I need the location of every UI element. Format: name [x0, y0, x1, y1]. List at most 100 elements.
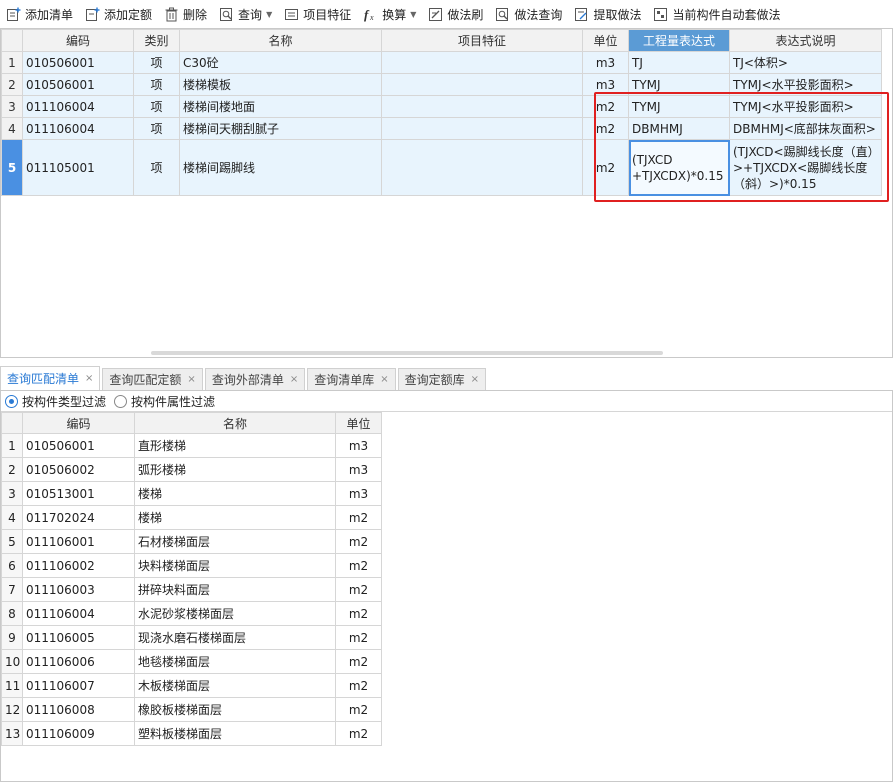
table-row[interactable]: 10 011106006 地毯楼梯面层 m2 — [1, 649, 382, 674]
column-header-name[interactable]: 名称 — [134, 412, 336, 434]
cell-name[interactable]: 直形楼梯 — [134, 433, 336, 458]
cell-description[interactable]: DBMHMJ<底部抹灰面积> — [729, 117, 882, 140]
tab-1[interactable]: 查询匹配定额 × — [102, 368, 203, 390]
cell-name[interactable]: 现浇水磨石楼梯面层 — [134, 625, 336, 650]
cell-name[interactable]: 水泥砂浆楼梯面层 — [134, 601, 336, 626]
table-row[interactable]: 3 010513001 楼梯 m3 — [1, 481, 382, 506]
cell-name[interactable]: 地毯楼梯面层 — [134, 649, 336, 674]
row-number[interactable]: 4 — [1, 505, 23, 530]
cell-name[interactable]: 楼梯间楼地面 — [179, 95, 382, 118]
column-header-unit[interactable]: 单位 — [582, 29, 629, 52]
cell-unit[interactable]: m2 — [335, 673, 382, 698]
cell-unit[interactable]: m2 — [582, 139, 629, 196]
cell-name[interactable]: 楼梯模板 — [179, 73, 382, 96]
table-row[interactable]: 11 011106007 木板楼梯面层 m2 — [1, 673, 382, 698]
cell-code[interactable]: 011702024 — [22, 505, 135, 530]
row-number[interactable]: 3 — [1, 95, 23, 118]
horizontal-scrollbar[interactable] — [151, 351, 663, 355]
table-row[interactable]: 4 011702024 楼梯 m2 — [1, 505, 382, 530]
table-row[interactable]: 13 011106009 塑料板楼梯面层 m2 — [1, 721, 382, 746]
row-number[interactable]: 1 — [1, 51, 23, 74]
cell-unit[interactable]: m3 — [582, 51, 629, 74]
row-number[interactable]: 10 — [1, 649, 23, 674]
row-number[interactable]: 6 — [1, 553, 23, 578]
method-query-button[interactable]: 做法查询 — [489, 0, 568, 28]
cell-description[interactable]: TYMJ<水平投影面积> — [729, 73, 882, 96]
filter-by-type-radio[interactable]: 按构件类型过滤 — [5, 393, 106, 410]
column-header-type[interactable]: 类别 — [133, 29, 180, 52]
convert-button[interactable]: fx 换算 ▼ — [357, 0, 422, 28]
cell-code[interactable]: 010506001 — [22, 433, 135, 458]
tab-0[interactable]: 查询匹配清单 × — [0, 366, 101, 390]
cell-code[interactable]: 011106003 — [22, 577, 135, 602]
table-row[interactable]: 4 011106004 项楼梯间天棚刮腻子 m2 DBMHMJ DBMHMJ<底部抹灰面积… — [1, 117, 882, 140]
close-icon[interactable]: × — [471, 374, 479, 385]
cell-description[interactable]: TJ<体积> — [729, 51, 882, 74]
cell-type[interactable]: 项 — [133, 139, 180, 196]
cell-code[interactable]: 011106001 — [22, 529, 135, 554]
column-header-unit[interactable]: 单位 — [335, 412, 382, 434]
cell-unit[interactable]: m2 — [335, 697, 382, 722]
query-button[interactable]: 查询 ▼ — [213, 0, 278, 28]
table-row[interactable]: 1 010506001 项 C30砼 m3 TJ TJ<体积> — [1, 51, 882, 74]
close-icon[interactable]: × — [85, 373, 93, 384]
cell-name[interactable]: C30砼 — [179, 51, 382, 74]
delete-button[interactable]: 删除 — [158, 0, 213, 28]
cell-code[interactable]: 011105001 — [22, 139, 134, 196]
corner-cell[interactable] — [1, 29, 23, 52]
table-row[interactable]: 5 011105001 项楼梯间踢脚线 m2 (TJXCD +TJXCDX)*0.15(… — [1, 139, 882, 196]
row-number[interactable]: 11 — [1, 673, 23, 698]
cell-unit[interactable]: m2 — [335, 721, 382, 746]
cell-name[interactable]: 块料楼梯面层 — [134, 553, 336, 578]
table-row[interactable]: 12 011106008 橡胶板楼梯面层 m2 — [1, 697, 382, 722]
cell-expression[interactable]: TYMJ — [628, 95, 730, 118]
cell-unit[interactable]: m2 — [582, 117, 629, 140]
cell-code[interactable]: 010513001 — [22, 481, 135, 506]
chevron-down-icon[interactable]: ▼ — [410, 10, 416, 19]
row-number[interactable]: 2 — [1, 457, 23, 482]
cell-unit[interactable]: m3 — [335, 457, 382, 482]
cell-code[interactable]: 011106004 — [22, 95, 134, 118]
table-row[interactable]: 2 010506002 弧形楼梯 m3 — [1, 457, 382, 482]
cell-name[interactable]: 楼梯间天棚刮腻子 — [179, 117, 382, 140]
row-number[interactable]: 5 — [1, 529, 23, 554]
cell-expression[interactable]: TYMJ — [628, 73, 730, 96]
cell-code[interactable]: 011106005 — [22, 625, 135, 650]
row-number[interactable]: 2 — [1, 73, 23, 96]
cell-expression[interactable]: DBMHMJ — [628, 117, 730, 140]
cell-code[interactable]: 011106004 — [22, 601, 135, 626]
row-number[interactable]: 9 — [1, 625, 23, 650]
close-icon[interactable]: × — [380, 374, 388, 385]
table-row[interactable]: 3 011106004 项楼梯间楼地面 m2 TYMJ TYMJ<水平投影面积> — [1, 95, 882, 118]
cell-name[interactable]: 弧形楼梯 — [134, 457, 336, 482]
tab-2[interactable]: 查询外部清单 × — [204, 368, 306, 390]
cell-code[interactable]: 011106009 — [22, 721, 135, 746]
filter-by-attr-radio[interactable]: 按构件属性过滤 — [114, 393, 215, 410]
cell-code[interactable]: 011106004 — [22, 117, 134, 140]
cell-name[interactable]: 橡胶板楼梯面层 — [134, 697, 336, 722]
column-header-code[interactable]: 编码 — [22, 412, 135, 434]
close-icon[interactable]: × — [290, 374, 298, 385]
tab-4[interactable]: 查询定额库 × — [397, 368, 487, 390]
cell-name[interactable]: 石材楼梯面层 — [134, 529, 336, 554]
cell-unit[interactable]: m2 — [335, 649, 382, 674]
cell-type[interactable]: 项 — [133, 117, 180, 140]
cell-type[interactable]: 项 — [133, 51, 180, 74]
cell-feature[interactable] — [381, 95, 583, 118]
row-number[interactable]: 1 — [1, 433, 23, 458]
cell-unit[interactable]: m2 — [335, 577, 382, 602]
cell-expression[interactable]: (TJXCD +TJXCDX)*0.15 — [628, 139, 730, 196]
item-feature-button[interactable]: 项目特征 — [278, 0, 357, 28]
cell-description[interactable]: (TJXCD<踢脚线长度（直）>+TJXCDX<踢脚线长度（斜）>)*0.15 — [729, 139, 882, 196]
cell-unit[interactable]: m3 — [582, 73, 629, 96]
corner-cell[interactable] — [1, 412, 23, 434]
column-header-expression[interactable]: 工程量表达式 — [628, 29, 730, 52]
row-number[interactable]: 13 — [1, 721, 23, 746]
row-number[interactable]: 12 — [1, 697, 23, 722]
cell-feature[interactable] — [381, 51, 583, 74]
cell-unit[interactable]: m2 — [335, 529, 382, 554]
row-number[interactable]: 4 — [1, 117, 23, 140]
table-row[interactable]: 2 010506001 项楼梯模板 m3 TYMJ TYMJ<水平投影面积> — [1, 73, 882, 96]
cell-feature[interactable] — [381, 117, 583, 140]
cell-code[interactable]: 010506001 — [22, 51, 134, 74]
